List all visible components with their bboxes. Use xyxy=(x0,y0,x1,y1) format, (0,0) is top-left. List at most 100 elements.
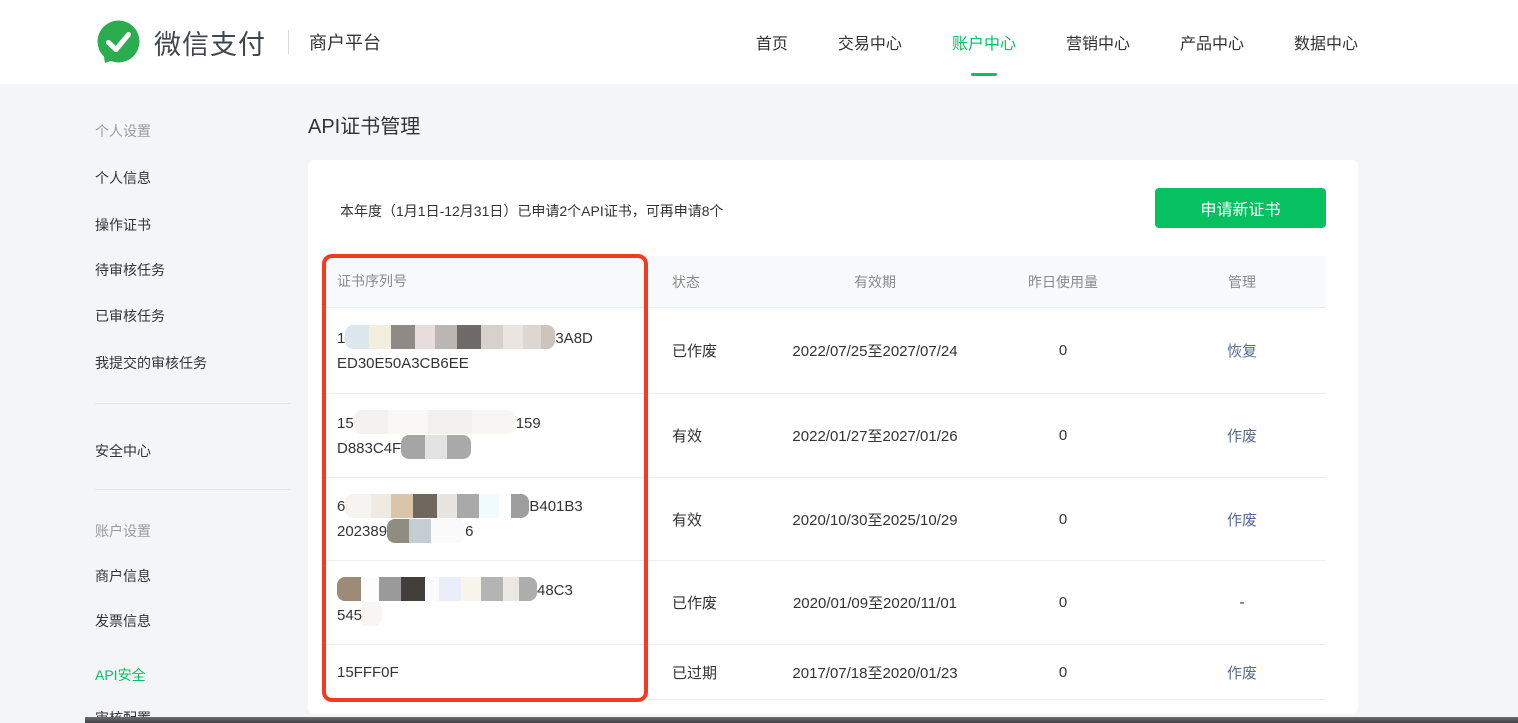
mosaic-block xyxy=(461,577,481,602)
col-header-status: 状态 xyxy=(672,273,700,290)
cert-usage: 0 xyxy=(1058,594,1068,611)
sidebar-item-operation-cert[interactable]: 操作证书 xyxy=(95,215,151,235)
void-link[interactable]: 作废 xyxy=(1227,512,1257,529)
cert-validity: 2022/01/27至2027/01/26 xyxy=(792,428,958,445)
cert-status: 已过期 xyxy=(672,664,718,682)
mosaic-block xyxy=(337,577,361,602)
top-header: 微信支付 商户平台 首页 交易中心 账户中心 营销中心 产品中心 数据中心 xyxy=(0,0,1518,84)
nav-marketing-center[interactable]: 营销中心 xyxy=(1064,24,1132,60)
mosaic-block xyxy=(391,493,414,518)
sidebar-item-my-submitted-tasks[interactable]: 我提交的审核任务 xyxy=(95,353,207,373)
cert-serial: 15 159 D883C4F xyxy=(326,410,672,461)
mosaic-block xyxy=(457,493,480,518)
brand-divider xyxy=(288,30,289,54)
redaction-mosaic xyxy=(337,577,537,602)
redaction-mosaic xyxy=(362,602,383,627)
mosaic-block xyxy=(401,577,425,602)
mosaic-block xyxy=(447,435,472,460)
mosaic-block xyxy=(503,325,524,350)
table-row: 48C3 545 已作废 2020/01/09至2020/11/01 0 - xyxy=(326,561,1326,645)
cert-usage: 0 xyxy=(1058,663,1068,681)
mosaic-block xyxy=(361,577,379,602)
sidebar-divider xyxy=(95,403,290,404)
mosaic-block xyxy=(401,435,426,460)
redaction-mosaic xyxy=(353,410,516,435)
wechat-pay-logo-icon xyxy=(97,20,140,63)
sidebar-item-api-security[interactable]: API安全 xyxy=(95,665,146,685)
portal-name: 商户平台 xyxy=(309,33,381,53)
brand: 微信支付 商户平台 xyxy=(95,0,381,84)
brand-name: 微信支付 xyxy=(154,29,266,60)
redaction-mosaic xyxy=(345,325,556,350)
apply-new-cert-button[interactable]: 申请新证书 xyxy=(1155,188,1326,228)
cert-usage: 0 xyxy=(1058,427,1068,444)
mosaic-block xyxy=(425,435,448,460)
sidebar-item-reviewed-tasks[interactable]: 已审核任务 xyxy=(95,306,165,326)
cert-serial: 6 B401B3 202389 6 xyxy=(326,493,672,544)
mosaic-block xyxy=(353,410,388,435)
cert-status: 有效 xyxy=(672,428,703,445)
cert-usage: 0 xyxy=(1058,342,1068,359)
table-row: 1 3A8D ED30E50A3CB6EE 已作废 2022/07/25至2027… xyxy=(326,308,1326,394)
mosaic-block xyxy=(481,577,503,602)
cert-usage: 0 xyxy=(1058,510,1068,528)
mosaic-block xyxy=(387,518,410,543)
cert-table: 证书序列号 状态 有效期 昨日使用量 管理 1 3A8D ED30E50A3CB6… xyxy=(326,256,1326,700)
window-bottom-edge xyxy=(85,717,1518,723)
void-link[interactable]: 作废 xyxy=(1227,428,1257,445)
top-navigation: 首页 交易中心 账户中心 营销中心 产品中心 数据中心 xyxy=(754,0,1360,84)
page: 微信支付 商户平台 首页 交易中心 账户中心 营销中心 产品中心 数据中心 个人… xyxy=(0,0,1518,723)
cert-serial: 15FFF0F xyxy=(337,663,399,681)
mosaic-block xyxy=(362,602,383,627)
table-row: 6 B401B3 202389 6 有效 2020/10/30至2025/10/29… xyxy=(326,478,1326,561)
mosaic-block xyxy=(471,410,516,435)
mosaic-block xyxy=(409,518,432,543)
mosaic-block xyxy=(541,325,556,350)
col-header-serial: 证书序列号 xyxy=(337,273,407,289)
col-header-usage: 昨日使用量 xyxy=(1028,273,1098,290)
redaction-mosaic xyxy=(345,493,530,518)
mosaic-block xyxy=(481,325,504,350)
cert-serial: 1 3A8D ED30E50A3CB6EE xyxy=(326,325,672,376)
mosaic-block xyxy=(413,493,438,518)
mosaic-block xyxy=(503,577,519,602)
mosaic-block xyxy=(371,493,392,518)
sidebar-item-invoice-info[interactable]: 发票信息 xyxy=(95,611,151,631)
cert-validity: 2017/07/18至2020/01/23 xyxy=(792,664,958,682)
mosaic-block xyxy=(387,410,428,435)
nav-home[interactable]: 首页 xyxy=(754,24,790,60)
cert-validity: 2020/01/09至2020/11/01 xyxy=(792,595,958,612)
mosaic-block xyxy=(499,493,512,518)
mosaic-block xyxy=(439,577,461,602)
table-row: 15 159 D883C4F 有效 2022/01/27至2027/01/26 0… xyxy=(326,394,1326,478)
mosaic-block xyxy=(415,325,436,350)
cert-validity: 2020/10/30至2025/10/29 xyxy=(792,511,958,529)
sidebar-item-merchant-info[interactable]: 商户信息 xyxy=(95,566,151,586)
cert-quota-summary: 本年度（1月1日-12月31日）已申请2个API证书，可再申请8个 xyxy=(340,203,724,219)
page-title: API证书管理 xyxy=(308,116,421,138)
nav-account-center[interactable]: 账户中心 xyxy=(950,24,1018,60)
mosaic-block xyxy=(479,493,500,518)
nav-product-center[interactable]: 产品中心 xyxy=(1178,24,1246,60)
mosaic-block xyxy=(523,325,542,350)
mosaic-block xyxy=(435,325,458,350)
mosaic-block xyxy=(391,325,416,350)
void-link[interactable]: 作废 xyxy=(1227,665,1257,682)
mosaic-block xyxy=(437,493,458,518)
nav-data-center[interactable]: 数据中心 xyxy=(1292,24,1360,60)
sidebar-item-pending-review[interactable]: 待审核任务 xyxy=(95,260,165,280)
mosaic-block xyxy=(425,577,439,602)
table-row: 15FFF0F 已过期 2017/07/18至2020/01/23 0 作废 xyxy=(326,645,1326,700)
cert-table-header: 证书序列号 状态 有效期 昨日使用量 管理 xyxy=(326,256,1326,308)
api-cert-card: 本年度（1月1日-12月31日）已申请2个API证书，可再申请8个 申请新证书 … xyxy=(308,160,1358,714)
sidebar-section-account-settings: 账户设置 xyxy=(95,523,151,539)
sidebar-divider xyxy=(95,489,290,490)
sidebar-item-security-center[interactable]: 安全中心 xyxy=(95,441,151,461)
cert-status: 已作废 xyxy=(672,343,718,360)
redaction-mosaic xyxy=(387,518,466,543)
col-header-manage: 管理 xyxy=(1228,273,1256,290)
nav-transaction-center[interactable]: 交易中心 xyxy=(836,24,904,60)
sidebar-item-personal-info[interactable]: 个人信息 xyxy=(95,168,151,188)
restore-link[interactable]: 恢复 xyxy=(1227,343,1257,360)
cert-status: 已作废 xyxy=(672,595,718,612)
